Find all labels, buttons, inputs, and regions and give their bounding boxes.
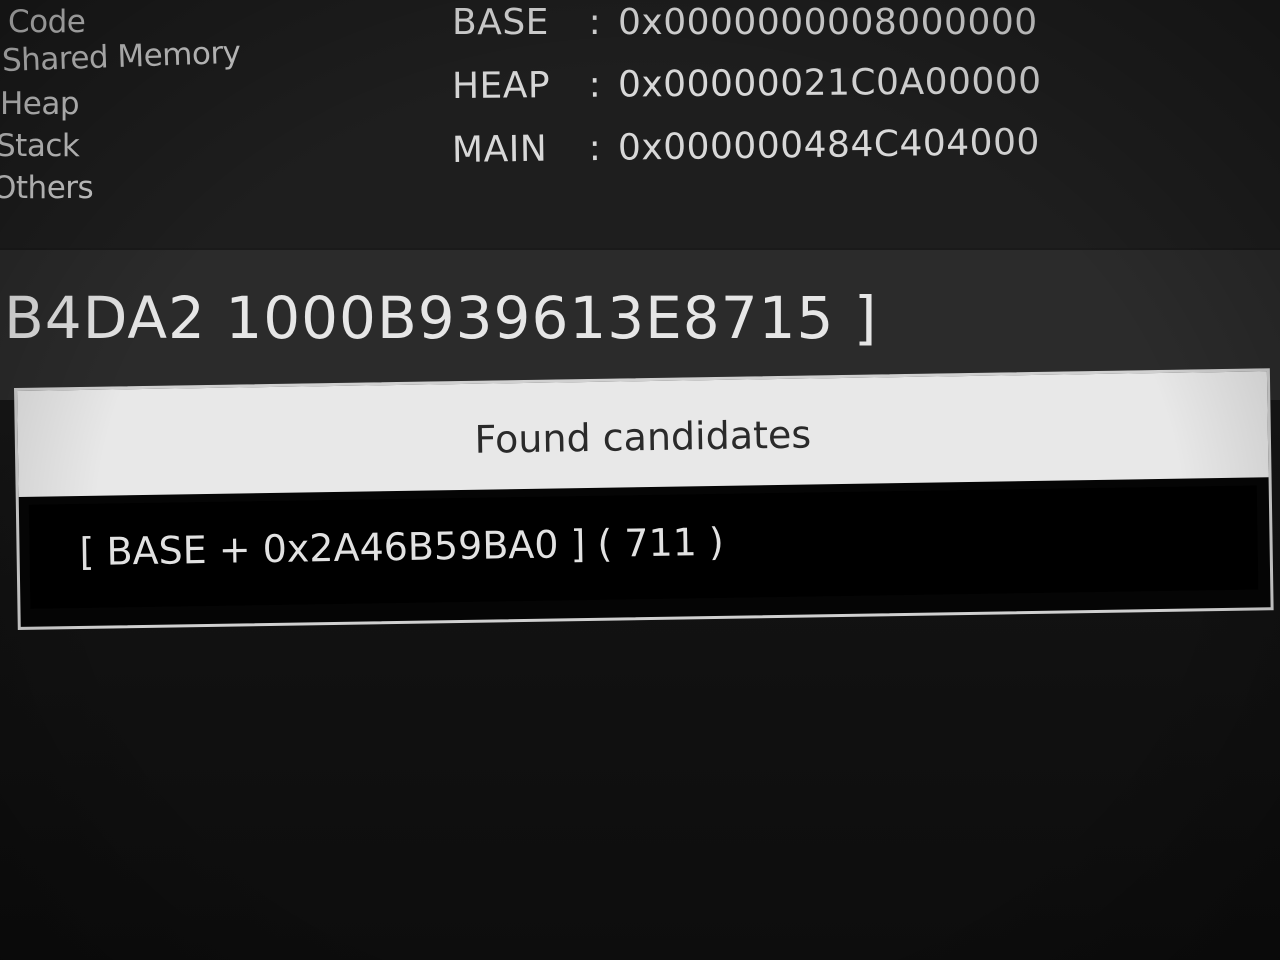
- region-code: Code: [8, 4, 86, 40]
- dialog-header: Found candidates: [17, 371, 1269, 497]
- search-value-text: B4DA2 1000B939613E8715 ]: [4, 284, 878, 352]
- base-separator: :: [588, 2, 602, 43]
- heap-address-value: 0x00000021C0A00000: [617, 60, 1042, 106]
- main-label: MAIN: [451, 128, 548, 171]
- memory-info-panel: Code Shared Memory Heap Stack Others BAS…: [0, 0, 1280, 248]
- heap-address-row: HEAP:0x00000021C0A00000: [452, 61, 1042, 107]
- region-shared-memory: Shared Memory: [1, 34, 242, 79]
- main-address-value: 0x000000484C404000: [617, 121, 1041, 169]
- region-stack: Stack: [0, 128, 80, 164]
- base-address-value: 0x0000000008000000: [618, 2, 1038, 43]
- main-separator: :: [588, 127, 602, 170]
- dialog-title: Found candidates: [474, 412, 812, 462]
- heap-separator: :: [588, 64, 602, 106]
- screen: Code Shared Memory Heap Stack Others BAS…: [0, 0, 1280, 960]
- region-heap: Heap: [0, 86, 80, 122]
- base-address-row: BASE:0x0000000008000000: [452, 2, 1038, 43]
- found-candidates-dialog: Found candidates [ BASE + 0x2A46B59BA0 ]…: [14, 368, 1274, 630]
- candidate-list-item[interactable]: [ BASE + 0x2A46B59BA0 ] ( 711 ): [28, 485, 1259, 609]
- candidate-pointer-text: [ BASE + 0x2A46B59BA0 ] ( 711 ): [79, 519, 725, 574]
- base-label: BASE: [452, 2, 549, 43]
- region-others: Others: [0, 170, 94, 206]
- main-address-row: MAIN:0x000000484C404000: [452, 122, 1040, 171]
- heap-label: HEAP: [451, 65, 551, 107]
